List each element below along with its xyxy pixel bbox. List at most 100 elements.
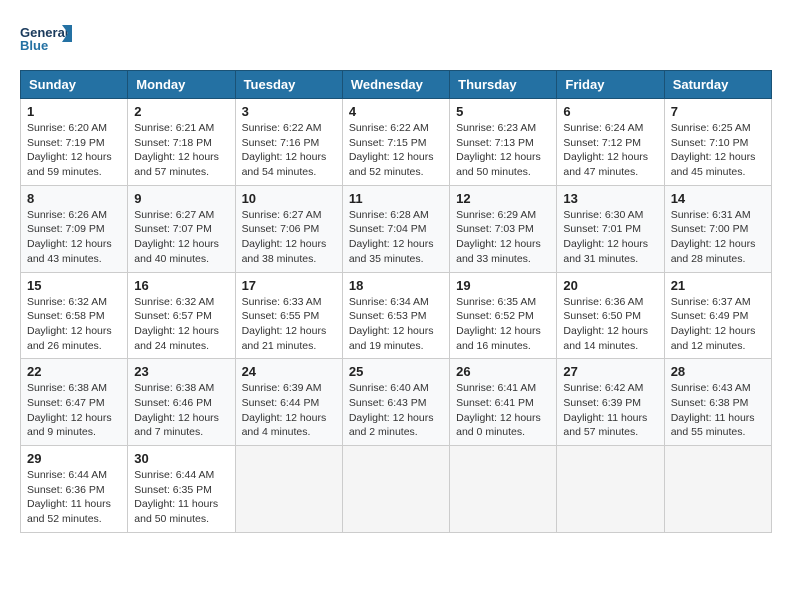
day-number: 16 [134,278,228,293]
page-header: GeneralBlue [20,20,772,60]
day-number: 27 [563,364,657,379]
day-info: Sunrise: 6:21 AM Sunset: 7:18 PM Dayligh… [134,121,228,180]
logo: GeneralBlue [20,20,75,60]
day-info: Sunrise: 6:37 AM Sunset: 6:49 PM Dayligh… [671,295,765,354]
calendar-day-cell: 7Sunrise: 6:25 AM Sunset: 7:10 PM Daylig… [664,99,771,186]
day-of-week-header: Sunday [21,71,128,99]
day-of-week-header: Tuesday [235,71,342,99]
calendar-day-cell: 13 Sunrise: 6:30 AM Sunset: 7:01 PM Dayli… [557,185,664,272]
day-info: Sunrise: 6:30 AM Sunset: 7:01 PM Dayligh… [563,208,657,267]
calendar-day-cell: 15 Sunrise: 6:32 AM Sunset: 6:58 PM Dayli… [21,272,128,359]
day-number: 20 [563,278,657,293]
day-number: 15 [27,278,121,293]
calendar-day-cell: 23Sunrise: 6:38 AM Sunset: 6:46 PM Dayli… [128,359,235,446]
day-info: Sunrise: 6:22 AM Sunset: 7:15 PM Dayligh… [349,121,443,180]
calendar-day-cell: 10 Sunrise: 6:27 AM Sunset: 7:06 PM Dayli… [235,185,342,272]
day-number: 21 [671,278,765,293]
day-number: 24 [242,364,336,379]
day-info: Sunrise: 6:44 AM Sunset: 6:36 PM Dayligh… [27,468,121,527]
day-info: Sunrise: 6:32 AM Sunset: 6:58 PM Dayligh… [27,295,121,354]
calendar-day-cell: 3Sunrise: 6:22 AM Sunset: 7:16 PM Daylig… [235,99,342,186]
day-number: 28 [671,364,765,379]
day-of-week-header: Friday [557,71,664,99]
calendar-day-cell [235,446,342,533]
day-number: 9 [134,191,228,206]
day-of-week-header: Monday [128,71,235,99]
calendar-day-cell: 17 Sunrise: 6:33 AM Sunset: 6:55 PM Dayli… [235,272,342,359]
day-info: Sunrise: 6:34 AM Sunset: 6:53 PM Dayligh… [349,295,443,354]
day-number: 10 [242,191,336,206]
calendar-day-cell: 12Sunrise: 6:29 AM Sunset: 7:03 PM Dayli… [450,185,557,272]
day-number: 30 [134,451,228,466]
calendar-day-cell: 4 Sunrise: 6:22 AM Sunset: 7:15 PM Daylig… [342,99,449,186]
calendar-day-cell: 20Sunrise: 6:36 AM Sunset: 6:50 PM Dayli… [557,272,664,359]
day-number: 17 [242,278,336,293]
calendar-day-cell [557,446,664,533]
day-info: Sunrise: 6:42 AM Sunset: 6:39 PM Dayligh… [563,381,657,440]
day-info: Sunrise: 6:38 AM Sunset: 6:46 PM Dayligh… [134,381,228,440]
day-number: 4 [349,104,443,119]
calendar-day-cell: 16 Sunrise: 6:32 AM Sunset: 6:57 PM Dayli… [128,272,235,359]
calendar-week-row: 1 Sunrise: 6:20 AM Sunset: 7:19 PM Daylig… [21,99,772,186]
day-number: 6 [563,104,657,119]
calendar-week-row: 22 Sunrise: 6:38 AM Sunset: 6:47 PM Dayli… [21,359,772,446]
calendar-day-cell: 30 Sunrise: 6:44 AM Sunset: 6:35 PM Dayli… [128,446,235,533]
calendar-day-cell: 8 Sunrise: 6:26 AM Sunset: 7:09 PM Daylig… [21,185,128,272]
day-number: 13 [563,191,657,206]
day-info: Sunrise: 6:38 AM Sunset: 6:47 PM Dayligh… [27,381,121,440]
day-number: 14 [671,191,765,206]
calendar-table: SundayMondayTuesdayWednesdayThursdayFrid… [20,70,772,533]
calendar-day-cell: 6Sunrise: 6:24 AM Sunset: 7:12 PM Daylig… [557,99,664,186]
day-info: Sunrise: 6:20 AM Sunset: 7:19 PM Dayligh… [27,121,121,180]
calendar-day-cell: 1 Sunrise: 6:20 AM Sunset: 7:19 PM Daylig… [21,99,128,186]
calendar-header-row: SundayMondayTuesdayWednesdayThursdayFrid… [21,71,772,99]
calendar-week-row: 15 Sunrise: 6:32 AM Sunset: 6:58 PM Dayli… [21,272,772,359]
logo-svg: GeneralBlue [20,20,75,60]
calendar-day-cell: 28 Sunrise: 6:43 AM Sunset: 6:38 PM Dayli… [664,359,771,446]
day-number: 22 [27,364,121,379]
day-number: 2 [134,104,228,119]
calendar-day-cell: 29 Sunrise: 6:44 AM Sunset: 6:36 PM Dayli… [21,446,128,533]
day-of-week-header: Saturday [664,71,771,99]
day-info: Sunrise: 6:22 AM Sunset: 7:16 PM Dayligh… [242,121,336,180]
day-info: Sunrise: 6:25 AM Sunset: 7:10 PM Dayligh… [671,121,765,180]
day-info: Sunrise: 6:27 AM Sunset: 7:07 PM Dayligh… [134,208,228,267]
calendar-day-cell: 5Sunrise: 6:23 AM Sunset: 7:13 PM Daylig… [450,99,557,186]
day-info: Sunrise: 6:43 AM Sunset: 6:38 PM Dayligh… [671,381,765,440]
calendar-day-cell: 9 Sunrise: 6:27 AM Sunset: 7:07 PM Daylig… [128,185,235,272]
day-number: 18 [349,278,443,293]
day-number: 11 [349,191,443,206]
calendar-day-cell [664,446,771,533]
day-of-week-header: Wednesday [342,71,449,99]
day-info: Sunrise: 6:44 AM Sunset: 6:35 PM Dayligh… [134,468,228,527]
calendar-day-cell: 24 Sunrise: 6:39 AM Sunset: 6:44 PM Dayli… [235,359,342,446]
calendar-day-cell: 19Sunrise: 6:35 AM Sunset: 6:52 PM Dayli… [450,272,557,359]
day-number: 5 [456,104,550,119]
calendar-day-cell: 2 Sunrise: 6:21 AM Sunset: 7:18 PM Daylig… [128,99,235,186]
day-info: Sunrise: 6:27 AM Sunset: 7:06 PM Dayligh… [242,208,336,267]
day-number: 25 [349,364,443,379]
day-info: Sunrise: 6:29 AM Sunset: 7:03 PM Dayligh… [456,208,550,267]
day-number: 1 [27,104,121,119]
day-number: 19 [456,278,550,293]
day-info: Sunrise: 6:33 AM Sunset: 6:55 PM Dayligh… [242,295,336,354]
calendar-day-cell: 22 Sunrise: 6:38 AM Sunset: 6:47 PM Dayli… [21,359,128,446]
calendar-day-cell: 11 Sunrise: 6:28 AM Sunset: 7:04 PM Dayli… [342,185,449,272]
calendar-week-row: 8 Sunrise: 6:26 AM Sunset: 7:09 PM Daylig… [21,185,772,272]
calendar-day-cell [450,446,557,533]
calendar-day-cell: 25Sunrise: 6:40 AM Sunset: 6:43 PM Dayli… [342,359,449,446]
calendar-day-cell: 14 Sunrise: 6:31 AM Sunset: 7:00 PM Dayli… [664,185,771,272]
day-info: Sunrise: 6:26 AM Sunset: 7:09 PM Dayligh… [27,208,121,267]
day-number: 29 [27,451,121,466]
day-info: Sunrise: 6:31 AM Sunset: 7:00 PM Dayligh… [671,208,765,267]
day-number: 26 [456,364,550,379]
calendar-day-cell: 26Sunrise: 6:41 AM Sunset: 6:41 PM Dayli… [450,359,557,446]
calendar-day-cell [342,446,449,533]
day-number: 8 [27,191,121,206]
day-info: Sunrise: 6:28 AM Sunset: 7:04 PM Dayligh… [349,208,443,267]
calendar-day-cell: 18 Sunrise: 6:34 AM Sunset: 6:53 PM Dayli… [342,272,449,359]
day-info: Sunrise: 6:39 AM Sunset: 6:44 PM Dayligh… [242,381,336,440]
day-info: Sunrise: 6:32 AM Sunset: 6:57 PM Dayligh… [134,295,228,354]
calendar-week-row: 29 Sunrise: 6:44 AM Sunset: 6:36 PM Dayli… [21,446,772,533]
calendar-day-cell: 21 Sunrise: 6:37 AM Sunset: 6:49 PM Dayli… [664,272,771,359]
